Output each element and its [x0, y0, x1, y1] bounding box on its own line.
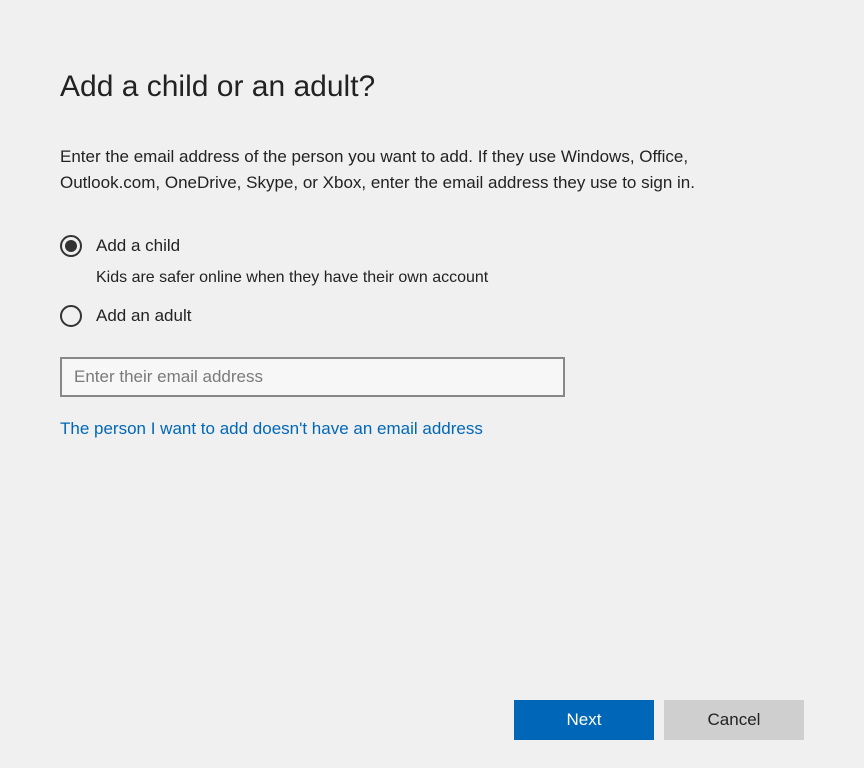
radio-label-child: Add a child: [96, 235, 180, 257]
radio-label-adult: Add an adult: [96, 305, 191, 327]
page-title: Add a child or an adult?: [60, 70, 804, 104]
radio-icon: [60, 235, 82, 257]
no-email-link[interactable]: The person I want to add doesn't have an…: [60, 419, 483, 439]
radio-icon: [60, 305, 82, 327]
dialog-button-row: Next Cancel: [514, 700, 804, 740]
radio-option-adult[interactable]: Add an adult: [60, 305, 804, 327]
add-member-dialog: Add a child or an adult? Enter the email…: [0, 0, 864, 768]
next-button[interactable]: Next: [514, 700, 654, 740]
radio-child-subtext: Kids are safer online when they have the…: [96, 269, 804, 287]
cancel-button[interactable]: Cancel: [664, 700, 804, 740]
page-description: Enter the email address of the person yo…: [60, 144, 790, 195]
radio-option-child[interactable]: Add a child: [60, 235, 804, 257]
email-field[interactable]: [60, 357, 565, 397]
member-type-radio-group: Add a child Kids are safer online when t…: [60, 235, 804, 327]
